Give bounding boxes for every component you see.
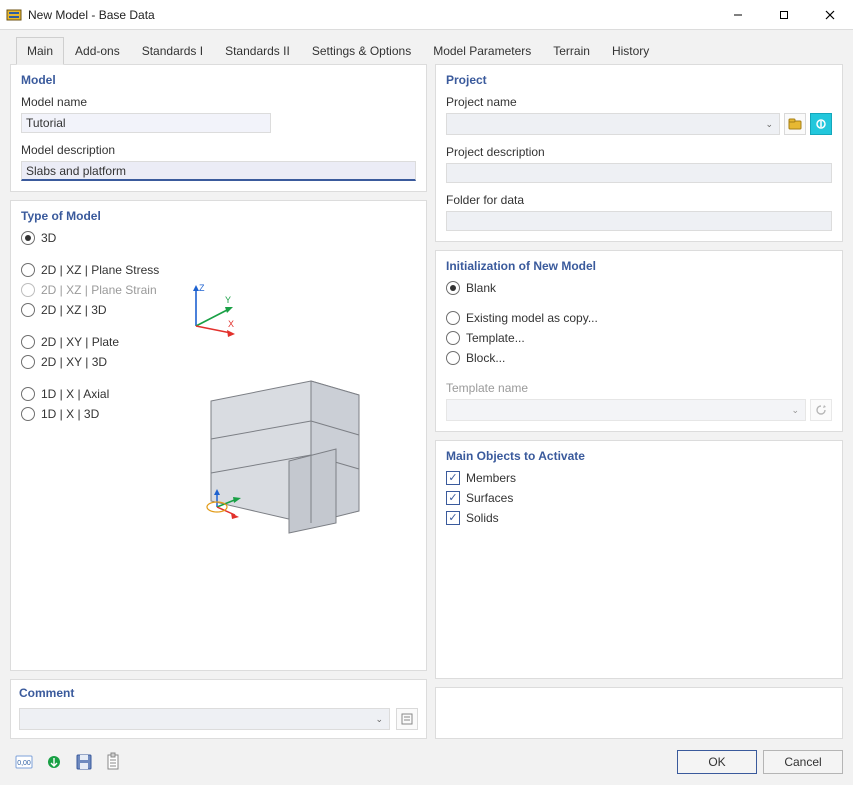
units-icon[interactable]: 0,00: [12, 750, 36, 774]
project-browse-button[interactable]: [784, 113, 806, 135]
radio-icon: [21, 387, 35, 401]
app-icon: [6, 7, 22, 23]
project-desc-input: [446, 163, 832, 183]
type-panel-title: Type of Model: [21, 209, 416, 223]
radio-icon: [446, 281, 460, 295]
template-name-label: Template name: [446, 381, 832, 395]
init-blank-option[interactable]: Blank: [446, 281, 832, 295]
radio-icon: [446, 311, 460, 325]
title-bar: New Model - Base Data: [0, 0, 853, 30]
svg-text:0,00: 0,00: [17, 760, 31, 767]
initialization-panel: Initialization of New Model Blank Existi…: [435, 250, 843, 432]
project-folder-label: Folder for data: [446, 193, 832, 207]
radio-icon: [21, 263, 35, 277]
content-area: Model Model name Model description Type …: [0, 64, 853, 745]
tab-standards2[interactable]: Standards II: [214, 37, 301, 65]
radio-icon: [21, 355, 35, 369]
svg-text:Z: Z: [199, 283, 205, 293]
chevron-down-icon: ⌄: [791, 405, 799, 416]
main-objects-panel: Main Objects to Activate Members Surface…: [435, 440, 843, 679]
radio-icon: [21, 407, 35, 421]
template-name-combo: ⌄: [446, 399, 806, 421]
main-objects-title: Main Objects to Activate: [446, 449, 832, 463]
type-of-model-panel: Type of Model 3D 2D | XZ | Plane Stress …: [10, 200, 427, 671]
ok-button[interactable]: OK: [677, 750, 757, 774]
tab-settings[interactable]: Settings & Options: [301, 37, 422, 65]
tab-addons[interactable]: Add-ons: [64, 37, 131, 65]
solids-checkbox[interactable]: Solids: [446, 511, 832, 525]
init-existing-option[interactable]: Existing model as copy...: [446, 311, 832, 325]
tab-bar: Main Add-ons Standards I Standards II Se…: [0, 30, 853, 64]
project-name-label: Project name: [446, 95, 832, 109]
minimize-button[interactable]: [715, 0, 761, 29]
chevron-down-icon: ⌄: [375, 714, 383, 725]
save-icon[interactable]: [72, 750, 96, 774]
type-3d-option[interactable]: 3D: [21, 231, 416, 245]
surfaces-checkbox[interactable]: Surfaces: [446, 491, 832, 505]
svg-text:X: X: [228, 319, 234, 329]
radio-icon: [21, 335, 35, 349]
model-desc-input[interactable]: [21, 161, 416, 181]
checkbox-icon: [446, 491, 460, 505]
maximize-button[interactable]: [761, 0, 807, 29]
project-name-combo[interactable]: ⌄: [446, 113, 780, 135]
project-panel-title: Project: [446, 73, 832, 87]
members-checkbox[interactable]: Members: [446, 471, 832, 485]
tab-history[interactable]: History: [601, 37, 660, 65]
model-name-input[interactable]: [21, 113, 271, 133]
close-button[interactable]: [807, 0, 853, 29]
tab-main[interactable]: Main: [16, 37, 64, 65]
radio-icon: [21, 283, 35, 297]
init-template-option[interactable]: Template...: [446, 331, 832, 345]
radio-icon: [446, 331, 460, 345]
comment-apply-button[interactable]: [396, 708, 418, 730]
project-folder-input: [446, 211, 832, 231]
init-block-option[interactable]: Block...: [446, 351, 832, 365]
footer: 0,00 OK Cancel: [0, 745, 853, 785]
comment-panel: Comment ⌄: [10, 679, 427, 739]
tab-standards1[interactable]: Standards I: [131, 37, 214, 65]
export-icon[interactable]: [42, 750, 66, 774]
project-cloud-button[interactable]: [810, 113, 832, 135]
svg-text:Y: Y: [225, 295, 231, 305]
model-preview-icon: [191, 361, 401, 539]
axis-gizmo-icon: Z Y X: [181, 281, 241, 344]
project-panel: Project Project name ⌄ Project: [435, 64, 843, 242]
model-desc-label: Model description: [21, 143, 416, 157]
model-panel: Model Model name Model description: [10, 64, 427, 192]
clipboard-icon[interactable]: [102, 750, 126, 774]
tab-model-params[interactable]: Model Parameters: [422, 37, 542, 65]
model-panel-title: Model: [21, 73, 416, 87]
init-panel-title: Initialization of New Model: [446, 259, 832, 273]
tab-terrain[interactable]: Terrain: [542, 37, 601, 65]
project-desc-label: Project description: [446, 145, 832, 159]
radio-icon: [446, 351, 460, 365]
chevron-down-icon: ⌄: [765, 119, 773, 130]
radio-icon: [21, 303, 35, 317]
window-title: New Model - Base Data: [28, 8, 155, 22]
checkbox-icon: [446, 471, 460, 485]
cancel-button[interactable]: Cancel: [763, 750, 843, 774]
model-name-label: Model name: [21, 95, 416, 109]
type-2dxz-planestress-option[interactable]: 2D | XZ | Plane Stress: [21, 263, 416, 277]
comment-title: Comment: [19, 686, 418, 700]
template-reload-button: [810, 399, 832, 421]
radio-icon: [21, 231, 35, 245]
comment-combo[interactable]: ⌄: [19, 708, 390, 730]
checkbox-icon: [446, 511, 460, 525]
right-spacer-panel: [435, 687, 843, 739]
